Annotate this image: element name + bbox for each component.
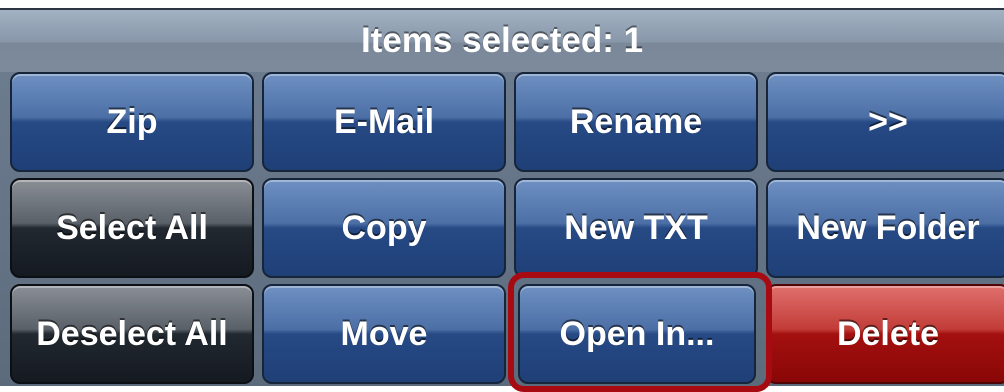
copy-button[interactable]: Copy (262, 178, 506, 278)
email-button[interactable]: E-Mail (262, 72, 506, 172)
deselect-all-button[interactable]: Deselect All (10, 284, 254, 384)
move-button-label: Move (340, 314, 428, 353)
new-txt-label: New TXT (564, 208, 708, 247)
select-all-button[interactable]: Select All (10, 178, 254, 278)
more-actions-button[interactable]: >> (766, 72, 1004, 172)
rename-button[interactable]: Rename (514, 72, 758, 172)
copy-button-label: Copy (341, 208, 427, 247)
open-in-button[interactable]: Open In... (518, 284, 756, 384)
zip-button[interactable]: Zip (10, 72, 254, 172)
deselect-all-label: Deselect All (36, 314, 228, 353)
new-folder-label: New Folder (796, 208, 980, 247)
delete-button-label: Delete (836, 314, 940, 353)
selection-status-header: Items selected: 1 (0, 10, 1004, 72)
delete-button[interactable]: Delete (766, 284, 1004, 384)
rename-button-label: Rename (569, 102, 703, 141)
more-actions-label: >> (868, 102, 908, 141)
new-txt-button[interactable]: New TXT (514, 178, 758, 278)
open-in-label: Open In... (559, 314, 715, 353)
items-selected-label: Items selected: 1 (360, 21, 644, 60)
zip-button-label: Zip (106, 102, 158, 141)
action-button-grid: Zip E-Mail Rename >> Select All Copy New… (0, 72, 1004, 386)
select-all-label: Select All (56, 208, 208, 247)
email-button-label: E-Mail (333, 102, 435, 141)
action-panel: Items selected: 1 Zip E-Mail Rename >> S… (0, 0, 1004, 392)
new-folder-button[interactable]: New Folder (766, 178, 1004, 278)
move-button[interactable]: Move (262, 284, 506, 384)
